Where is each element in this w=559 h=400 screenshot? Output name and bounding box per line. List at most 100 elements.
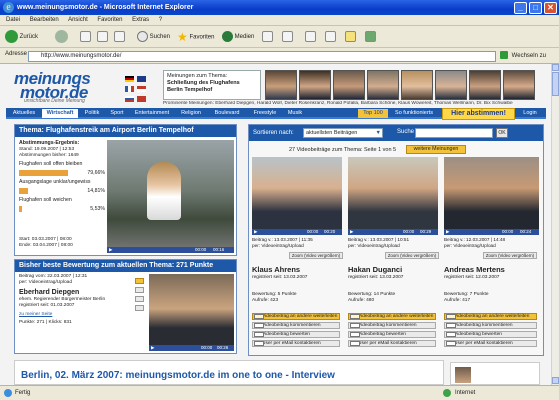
print-button[interactable] <box>305 30 316 44</box>
forward-video-button-3[interactable]: Videobeitrag an andere weiterleiten <box>444 313 537 320</box>
sort-select[interactable]: aktuellsten Beiträgen ▼ <box>303 128 383 138</box>
zoom-video-button-3[interactable]: Zoom (Video vergrößern) <box>483 252 537 259</box>
scroll-thumb[interactable] <box>552 72 559 96</box>
menu-ansicht[interactable]: Ansicht <box>68 17 88 23</box>
best-video-player[interactable]: ▶ 00:00 00:26 <box>149 274 234 351</box>
prominent-face-6[interactable] <box>435 70 467 100</box>
prominent-face-2[interactable] <box>299 70 331 100</box>
search-ok-button[interactable]: OK <box>496 128 508 138</box>
vertical-scrollbar[interactable] <box>551 64 559 385</box>
video-controls[interactable]: ▶ 00:00 00:16 <box>107 247 234 253</box>
back-button[interactable]: Zurück <box>5 30 38 44</box>
media-button[interactable]: Medien <box>222 30 254 44</box>
nav-top100[interactable]: Top 100 <box>358 109 388 118</box>
email-user-button-3[interactable]: User per eMail kontaktieren <box>444 340 537 347</box>
menu-favoriten[interactable]: Favoriten <box>97 17 122 23</box>
video-controls[interactable]: ▶ 00:00 00:20 <box>252 229 342 235</box>
rate-video-icon[interactable] <box>135 296 144 302</box>
main-video-player[interactable]: ▶ 00:00 00:16 <box>107 140 234 253</box>
nav-entertainment[interactable]: Entertainment <box>130 109 174 118</box>
mail-button[interactable] <box>282 30 293 44</box>
go-button[interactable]: Wechseln zu <box>500 51 546 62</box>
menu-help[interactable]: ? <box>159 17 162 23</box>
messenger-button[interactable] <box>365 30 376 44</box>
favorites-button[interactable]: ★ Favoriten <box>177 30 214 44</box>
nav-religion[interactable]: Religion <box>176 109 206 118</box>
person-name-2[interactable]: Hakan Duganci <box>348 265 402 274</box>
email-user-icon[interactable] <box>135 305 144 311</box>
minimize-button[interactable]: _ <box>514 2 527 14</box>
email-user-button-2[interactable]: User per eMail kontaktieren <box>348 340 436 347</box>
flag-ru-icon[interactable] <box>125 96 134 102</box>
email-user-button-1[interactable]: User per eMail kontaktieren <box>252 340 340 347</box>
search-button[interactable]: Suchen <box>137 30 170 44</box>
vote-now-button[interactable]: Hier abstimmen! <box>442 108 515 120</box>
scroll-down-icon[interactable] <box>552 377 559 384</box>
forward-video-button-2[interactable]: Videobeitrag an andere weiterleiten <box>348 313 436 320</box>
stop-button[interactable] <box>80 30 91 44</box>
best-rated-name[interactable]: Eberhard Diepgen <box>19 288 131 297</box>
play-icon[interactable]: ▶ <box>151 345 154 351</box>
nav-musik[interactable]: Musik <box>284 109 306 118</box>
person-name-1[interactable]: Klaus Ahrens <box>252 265 300 274</box>
forward-button[interactable] <box>55 30 68 44</box>
flag-de-icon[interactable] <box>125 76 134 82</box>
nav-freestyle[interactable]: Freestyle <box>248 109 282 118</box>
flag-tr-icon[interactable] <box>136 96 146 102</box>
prominent-face-3[interactable] <box>333 70 365 100</box>
poll-option-1[interactable]: 79,66% <box>19 169 105 177</box>
menu-bearbeiten[interactable]: Bearbeiten <box>30 17 59 23</box>
rate-video-button-3[interactable]: Videobeitrag bewerten <box>444 331 537 338</box>
home-button[interactable] <box>114 30 125 44</box>
flag-fr-icon[interactable] <box>125 86 134 92</box>
zoom-video-button-1[interactable]: Zoom (Video vergrößern) <box>289 252 343 259</box>
nav-so-funktionierts[interactable]: So funktionierts <box>390 109 438 118</box>
comment-video-button-2[interactable]: Videobeitrag kommentieren <box>348 322 436 329</box>
nav-politik[interactable]: Politik <box>80 109 104 118</box>
video-controls[interactable]: ▶ 00:00 00:26 <box>149 345 234 351</box>
forward-video-button-1[interactable]: Videobeitrag an andere weiterleiten <box>252 313 340 320</box>
comment-video-icon[interactable] <box>135 287 144 293</box>
site-logo[interactable]: meinungs motor.de <box>14 70 91 101</box>
history-button[interactable] <box>262 30 273 44</box>
flag-pl-icon[interactable] <box>136 86 146 92</box>
discuss-button[interactable] <box>345 30 356 44</box>
rate-video-button-2[interactable]: Videobeitrag bewerten <box>348 331 436 338</box>
search-input[interactable] <box>415 128 493 138</box>
poll-option-2[interactable]: 14,81% <box>19 187 105 195</box>
address-input[interactable]: http://www.meinungsmotor.de/ <box>28 51 496 62</box>
nav-login[interactable]: Login <box>518 109 542 118</box>
person-video-3[interactable]: ▶ 00:00 00:24 <box>444 157 539 235</box>
nav-boulevard[interactable]: Boulevard <box>208 109 246 118</box>
play-icon[interactable]: ▶ <box>254 229 257 235</box>
topic-title[interactable]: Schließung des Flughafens Berlin Tempelh… <box>167 80 257 94</box>
zoom-video-button-2[interactable]: Zoom (Video vergrößern) <box>385 252 439 259</box>
person-name-3[interactable]: Andreas Mertens <box>444 265 505 274</box>
nav-sport[interactable]: Sport <box>106 109 128 118</box>
more-opinions-button[interactable]: weitere Meinungen <box>406 145 466 154</box>
video-controls[interactable]: ▶ 00:00 00:29 <box>348 229 438 235</box>
forward-video-icon[interactable] <box>135 278 144 284</box>
comment-video-button-1[interactable]: Videobeitrag kommentieren <box>252 322 340 329</box>
play-icon[interactable]: ▶ <box>446 229 449 235</box>
prominent-face-5[interactable] <box>401 70 433 100</box>
maximize-button[interactable]: □ <box>529 2 542 14</box>
comment-video-button-3[interactable]: Videobeitrag kommentieren <box>444 322 537 329</box>
nav-wirtschaft[interactable]: Wirtschaft <box>42 109 78 118</box>
poll-option-3[interactable]: 5,53% <box>19 205 105 213</box>
play-icon[interactable]: ▶ <box>350 229 353 235</box>
my-page-link[interactable]: zu meiner Seite <box>19 312 131 318</box>
menu-datei[interactable]: Datei <box>6 17 20 23</box>
person-video-1[interactable]: ▶ 00:00 00:20 <box>252 157 342 235</box>
menu-extras[interactable]: Extras <box>132 17 149 23</box>
prominent-face-4[interactable] <box>367 70 399 100</box>
play-icon[interactable]: ▶ <box>109 247 112 253</box>
scroll-up-icon[interactable] <box>552 64 559 71</box>
flag-uk-icon[interactable] <box>136 76 146 82</box>
prominent-face-8[interactable] <box>503 70 535 100</box>
refresh-button[interactable] <box>97 30 108 44</box>
edit-button[interactable] <box>325 30 336 44</box>
nav-aktuelles[interactable]: Aktuelles <box>8 109 40 118</box>
person-video-2[interactable]: ▶ 00:00 00:29 <box>348 157 438 235</box>
teaser-thumbnail[interactable] <box>455 367 471 383</box>
